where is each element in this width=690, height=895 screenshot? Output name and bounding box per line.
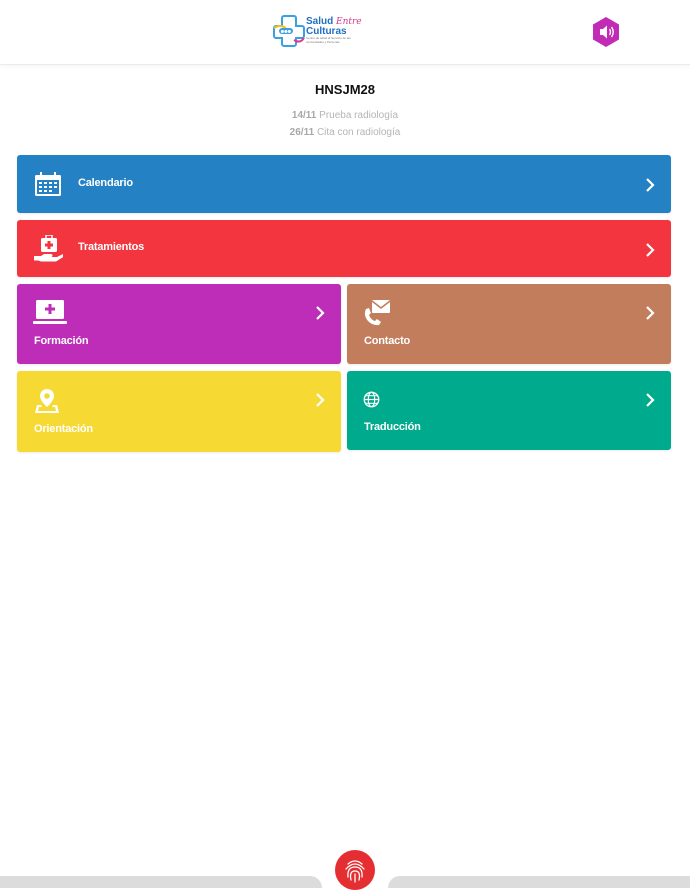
medkit-hand-icon	[34, 235, 63, 262]
tile-formacion[interactable]: Formación	[17, 284, 341, 364]
phone-mail-icon	[364, 300, 391, 326]
chevron-right-icon	[646, 306, 655, 320]
chevron-right-icon	[646, 393, 655, 407]
app-header: ●●● Salud Entre Culturas Centro de salud…	[0, 0, 690, 65]
bottom-bar-left	[0, 876, 322, 888]
logo-title: Salud Entre Culturas	[306, 17, 362, 37]
logo-title-second: Culturas	[306, 26, 347, 37]
globe-icon	[363, 391, 380, 408]
tile-traduccion[interactable]: Traducción	[347, 371, 671, 450]
chevron-right-icon	[646, 178, 655, 192]
bottom-bar-right	[388, 876, 690, 888]
appointment-date: 14/11	[291, 110, 317, 121]
appointment-text: Cita con radiología	[316, 127, 401, 138]
tile-calendario-label: Calendario	[78, 177, 133, 189]
appointment-text: Prueba radiología	[319, 110, 399, 121]
tile-traduccion-label: Traducción	[364, 421, 421, 433]
app-logo: ●●● Salud Entre Culturas Centro de salud…	[272, 14, 362, 48]
appointment-item[interactable]: 26/11 Cita con radiología	[0, 127, 690, 138]
tile-contacto[interactable]: Contacto	[347, 284, 671, 364]
user-id-title: HNSJM28	[315, 82, 375, 97]
fingerprint-button[interactable]	[335, 850, 375, 890]
laptop-medical-icon	[33, 300, 67, 324]
logo-cross-icon: ●●●	[273, 15, 305, 47]
chevron-right-icon	[646, 243, 655, 257]
appointment-item[interactable]: 14/11 Prueba radiología	[0, 110, 690, 121]
chevron-right-icon	[316, 393, 325, 407]
appointment-date: 26/11	[289, 127, 315, 138]
tile-tratamientos[interactable]: Tratamientos	[17, 220, 671, 277]
speaker-icon[interactable]	[590, 16, 622, 48]
tile-orientacion[interactable]: Orientación	[17, 371, 341, 452]
tile-formacion-label: Formación	[34, 335, 89, 347]
tile-calendario[interactable]: Calendario	[17, 155, 671, 213]
logo-subtitle: Centro de salud al Servicio de las comun…	[306, 37, 351, 44]
calendar-icon	[35, 172, 61, 196]
chevron-right-icon	[316, 306, 325, 320]
tile-orientacion-label: Orientación	[34, 423, 93, 435]
map-pin-icon	[35, 389, 59, 413]
logo-icon-text: ●●●	[281, 29, 292, 34]
fingerprint-icon	[345, 860, 365, 883]
tile-tratamientos-label: Tratamientos	[78, 241, 145, 253]
tile-contacto-label: Contacto	[364, 335, 411, 347]
